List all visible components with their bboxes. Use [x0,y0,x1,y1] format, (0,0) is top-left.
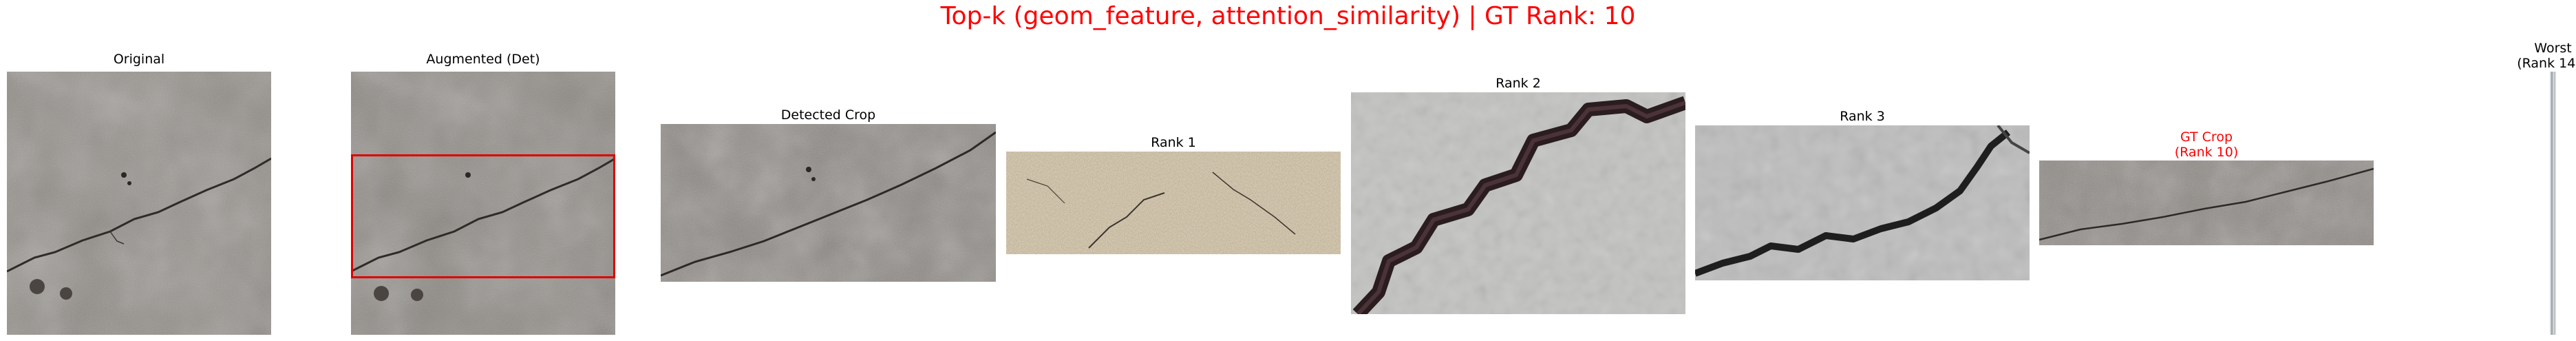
zoomed-dark-crack-grey-surface [1351,92,1685,314]
panel-title-rank-1: Rank 1 [1151,135,1196,150]
panel-rank-1: Rank 1 [1006,135,1341,254]
ground-truth-crack-crop [2039,161,2374,245]
panel-augmented: Augmented (Det) [351,52,615,335]
thin-grey-strip [2550,72,2556,335]
panel-title-detected-crop: Detected Crop [780,107,876,123]
speckled-concrete-fine-cracks [1006,152,1341,254]
panel-title-rank-2: Rank 2 [1495,76,1541,91]
panel-gt-crop: GT Crop (Rank 10) [2039,130,2374,245]
panel-rank-2: Rank 2 [1351,76,1685,314]
panel-title-augmented: Augmented (Det) [426,52,540,67]
panel-detected-crop: Detected Crop [661,107,996,282]
panel-worst: Worst (Rank 148) [2517,41,2576,335]
panel-title-original: Original [113,52,165,67]
panel-title-rank-3: Rank 3 [1840,109,1885,124]
concrete-crack-photo [7,72,271,335]
panel-original: Original [7,52,271,335]
zoomed-jagged-crack-grey-surface [1695,125,2030,280]
panel-title-gt-crop: GT Crop (Rank 10) [2174,130,2239,160]
detection-box [351,154,615,278]
panel-rank-3: Rank 3 [1695,109,2030,280]
panel-title-worst: Worst (Rank 148) [2517,41,2576,71]
figure-title: Top-k (geom_feature, attention_similarit… [940,2,1636,30]
cropped-concrete-crack [661,124,996,282]
